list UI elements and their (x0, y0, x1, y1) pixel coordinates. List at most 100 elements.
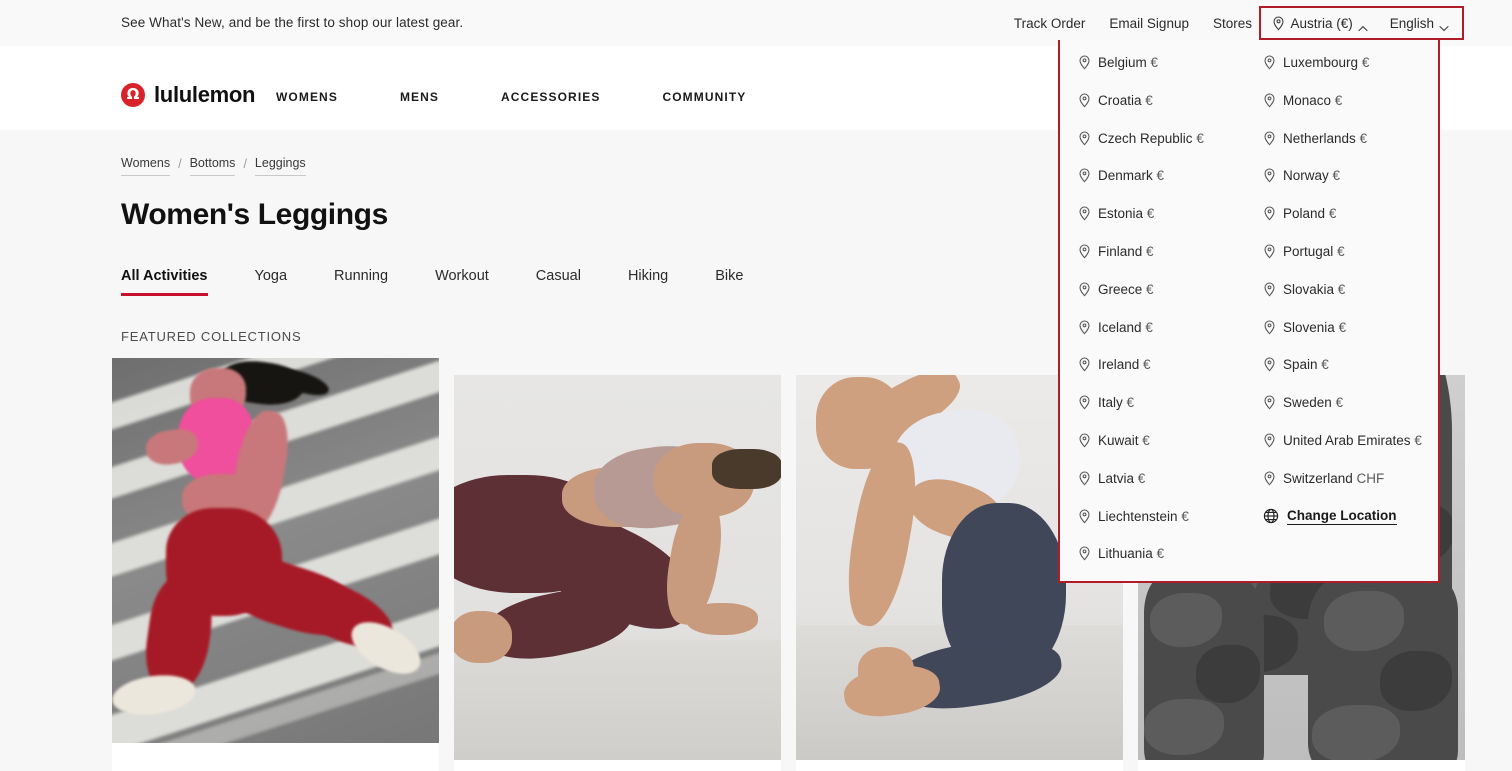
country-option-name: Netherlands (1283, 130, 1356, 146)
country-option-czech-republic[interactable]: Czech Republic € (1078, 130, 1241, 147)
globe-icon (1263, 508, 1279, 524)
breadcrumb-item-womens[interactable]: Womens (121, 156, 171, 176)
featured-collections-label: FEATURED COLLECTIONS (121, 329, 302, 344)
collection-card[interactable] (112, 358, 439, 771)
location-pin-icon (1263, 93, 1276, 108)
tab-casual[interactable]: Casual (536, 268, 581, 296)
country-option-currency: € (1196, 130, 1204, 146)
nav-item-community[interactable]: COMMUNITY (662, 90, 746, 104)
activity-tabs: All Activities Yoga Running Workout Casu… (121, 268, 743, 296)
country-option-liechtenstein[interactable]: Liechtenstein € (1078, 508, 1241, 525)
country-option-currency: € (1156, 168, 1165, 184)
country-option-name: Norway (1283, 168, 1329, 184)
country-option-luxembourg[interactable]: Luxembourg € (1263, 54, 1430, 71)
tab-running[interactable]: Running (334, 268, 388, 296)
nav-item-mens[interactable]: MENS (400, 90, 439, 104)
country-option-currency: € (1337, 243, 1345, 259)
location-pin-icon (1078, 509, 1091, 524)
country-option-currency: € (1414, 432, 1422, 448)
tab-all-activities[interactable]: All Activities (121, 268, 208, 296)
country-option-greece[interactable]: Greece € (1078, 281, 1241, 298)
country-option-name: Switzerland (1283, 470, 1353, 486)
language-selector[interactable]: English (1390, 16, 1449, 31)
country-option-finland[interactable]: Finland € (1078, 243, 1241, 260)
breadcrumb-item-leggings[interactable]: Leggings (254, 156, 306, 176)
country-option-lithuania[interactable]: Lithuania € (1078, 545, 1241, 562)
tab-bike[interactable]: Bike (715, 268, 743, 296)
country-option-portugal[interactable]: Portugal € (1263, 243, 1430, 260)
location-pin-icon (1263, 282, 1276, 297)
country-option-currency: € (1146, 206, 1155, 222)
country-option-name: Ireland (1098, 357, 1140, 373)
country-option-currency: € (1126, 395, 1135, 411)
country-option-estonia[interactable]: Estonia € (1078, 205, 1241, 222)
country-option-name: Kuwait (1098, 432, 1139, 448)
locale-selector-highlight: Austria (€) English (1259, 6, 1464, 40)
country-option-currency: € (1361, 55, 1370, 70)
breadcrumb-item-bottoms[interactable]: Bottoms (189, 156, 236, 176)
country-option-name: Slovakia (1283, 281, 1335, 297)
country-selector-label: Austria (€) (1290, 15, 1353, 31)
breadcrumb-separator: / (243, 156, 247, 171)
brand-logo-link[interactable]: lululemon (121, 82, 256, 108)
location-pin-icon (1078, 93, 1091, 108)
nav-item-womens[interactable]: WOMENS (276, 90, 338, 104)
location-pin-icon (1263, 320, 1276, 335)
lululemon-omega-logo-icon (121, 83, 145, 107)
location-pin-icon (1263, 357, 1276, 372)
country-option-sweden[interactable]: Sweden € (1263, 394, 1430, 411)
country-option-currency: € (1328, 206, 1337, 222)
track-order-link[interactable]: Track Order (1014, 13, 1086, 34)
country-option-name: Poland (1283, 206, 1326, 222)
country-option-ireland[interactable]: Ireland € (1078, 356, 1241, 373)
country-option-slovenia[interactable]: Slovenia € (1263, 319, 1430, 336)
location-pin-icon (1078, 168, 1091, 183)
location-pin-icon (1078, 206, 1091, 221)
country-option-denmark[interactable]: Denmark € (1078, 167, 1241, 184)
country-option-name: Czech Republic (1098, 130, 1193, 146)
country-option-name: Lithuania (1098, 546, 1153, 562)
country-option-switzerland[interactable]: Switzerland CHF (1263, 470, 1430, 487)
breadcrumb-separator: / (178, 156, 182, 171)
change-location-label: Change Location (1287, 507, 1397, 525)
country-option-belgium[interactable]: Belgium € (1078, 54, 1241, 71)
country-option-name: Spain (1283, 357, 1318, 373)
country-option-name: Estonia (1098, 206, 1144, 222)
announcement-text: See What's New, and be the first to shop… (121, 15, 464, 30)
page-title: Women's Leggings (121, 198, 388, 231)
country-option-poland[interactable]: Poland € (1263, 205, 1430, 222)
country-option-latvia[interactable]: Latvia € (1078, 470, 1241, 487)
brand-name: lululemon (154, 82, 256, 107)
country-option-currency: CHF (1356, 470, 1385, 486)
stores-link[interactable]: Stores (1213, 13, 1252, 34)
change-location-link[interactable]: Change Location (1263, 508, 1430, 525)
country-option-name: Portugal (1283, 243, 1334, 259)
country-option-currency: € (1335, 395, 1344, 411)
collection-card-image-plank[interactable] (454, 375, 781, 760)
collection-card-label (796, 760, 1123, 771)
country-option-currency: € (1146, 243, 1154, 259)
country-option-norway[interactable]: Norway € (1263, 167, 1430, 184)
country-option-netherlands[interactable]: Netherlands € (1263, 130, 1430, 147)
collection-card-image-runner[interactable] (112, 358, 439, 743)
tab-workout[interactable]: Workout (435, 268, 489, 296)
country-option-currency: € (1156, 546, 1165, 562)
nav-item-accessories[interactable]: ACCESSORIES (501, 90, 600, 104)
country-option-croatia[interactable]: Croatia € (1078, 92, 1241, 109)
country-option-italy[interactable]: Italy € (1078, 394, 1241, 411)
country-option-name: Luxembourg (1283, 55, 1359, 70)
email-signup-link[interactable]: Email Signup (1109, 13, 1189, 34)
country-option-iceland[interactable]: Iceland € (1078, 319, 1241, 336)
country-option-spain[interactable]: Spain € (1263, 356, 1430, 373)
tab-hiking[interactable]: Hiking (628, 268, 668, 296)
country-option-slovakia[interactable]: Slovakia € (1263, 281, 1430, 298)
country-option-monaco[interactable]: Monaco € (1263, 92, 1430, 109)
country-option-currency: € (1359, 130, 1368, 146)
country-option-kuwait[interactable]: Kuwait € (1078, 432, 1241, 449)
country-option-united-arab-emirates[interactable]: United Arab Emirates € (1263, 432, 1430, 449)
tab-yoga[interactable]: Yoga (255, 268, 288, 296)
collection-card[interactable] (454, 375, 781, 771)
location-pin-icon (1078, 546, 1091, 561)
country-option-name: Sweden (1283, 395, 1332, 411)
country-selector[interactable]: Austria (€) (1272, 15, 1368, 31)
